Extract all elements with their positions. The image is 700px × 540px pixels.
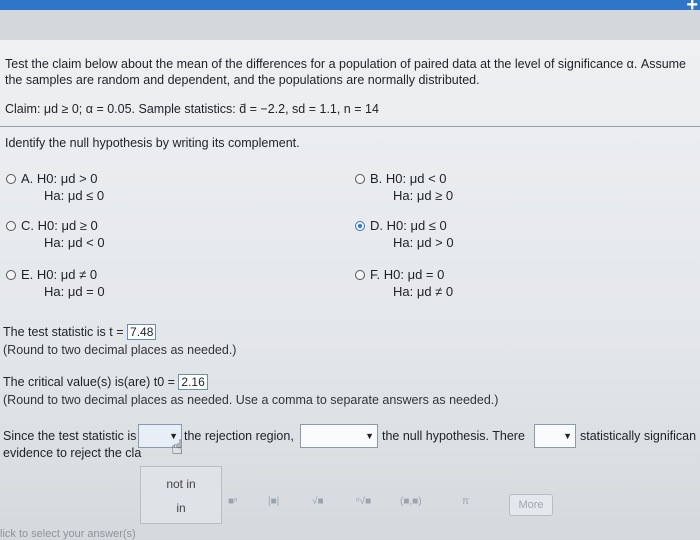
null-hypothesis-dropdown[interactable]: ▼ [300,424,378,448]
conclusion-evidence: evidence to reject the cla [3,446,142,460]
radio-e[interactable] [6,270,16,280]
critical-value-line: The critical value(s) is(are) t0 = 2.16 [3,374,208,390]
chevron-down-icon: ▼ [365,431,374,441]
test-statistic-answer[interactable]: 7.48 [127,324,157,340]
critical-value-answer[interactable]: 2.16 [178,374,208,390]
dropdown-option-in[interactable]: in [141,501,221,515]
interval-icon[interactable]: (■,■) [400,496,422,507]
option-b[interactable]: B. H0: μd < 0 Ha: μd ≥ 0 [355,170,453,204]
critical-value-round-note: (Round to two decimal places as needed. … [3,393,499,407]
test-statistic-round-note: (Round to two decimal places as needed.) [3,343,237,357]
math-toolbar: ■ⁿ |■| √■ ⁿ√■ (■,■) π More [220,494,560,522]
square-root-icon[interactable]: √■ [312,496,324,507]
bottom-hint: lick to select your answer(s) [0,528,136,540]
divider [0,126,700,127]
conclusion-since: Since the test statistic is [3,429,137,443]
dropdown-option-not-in[interactable]: not in [141,477,221,491]
hand-cursor-icon: ☝ [171,437,184,459]
radio-c[interactable] [6,221,16,231]
radio-b[interactable] [355,174,365,184]
plus-icon[interactable]: + [686,0,698,17]
test-statistic-line: The test statistic is t = 7.48 [3,324,157,340]
option-f[interactable]: F. H0: μd = 0 Ha: μd ≠ 0 [355,266,453,300]
radio-f[interactable] [355,270,365,280]
instructions-line-2: the samples are random and dependent, an… [5,73,480,87]
more-button[interactable]: More [509,494,553,516]
radio-a[interactable] [6,174,16,184]
instructions-line-1: Test the claim below about the mean of t… [5,57,687,71]
top-bar: + [0,0,700,16]
option-d[interactable]: D. H0: μd ≤ 0 Ha: μd > 0 [355,217,454,251]
conclusion-null-hypothesis: the null hypothesis. There [382,429,525,443]
option-c[interactable]: C. H0: μd ≥ 0 Ha: μd < 0 [6,217,105,251]
nth-root-icon[interactable]: ⁿ√■ [356,496,371,507]
option-a[interactable]: A. H0: μd > 0 Ha: μd ≤ 0 [6,170,104,204]
significance-dropdown[interactable]: ▼ [534,424,576,448]
pi-icon[interactable]: π [462,496,469,507]
region-dropdown-list: not in in [140,466,222,524]
claim-text: Claim: μd ≥ 0; α = 0.05. Sample statisti… [5,102,379,116]
chevron-down-icon: ▼ [563,431,572,441]
conclusion-rejection: the rejection region, [184,429,294,443]
absolute-value-icon[interactable]: |■| [268,496,279,507]
option-e[interactable]: E. H0: μd ≠ 0 Ha: μd = 0 [6,266,105,300]
instructions: Test the claim below about the mean of t… [5,56,686,88]
superscript-icon[interactable]: ■ⁿ [228,496,238,507]
radio-d-selected[interactable] [355,221,365,231]
conclusion-significant: statistically significan [580,429,697,443]
identify-prompt: Identify the null hypothesis by writing … [5,136,300,150]
